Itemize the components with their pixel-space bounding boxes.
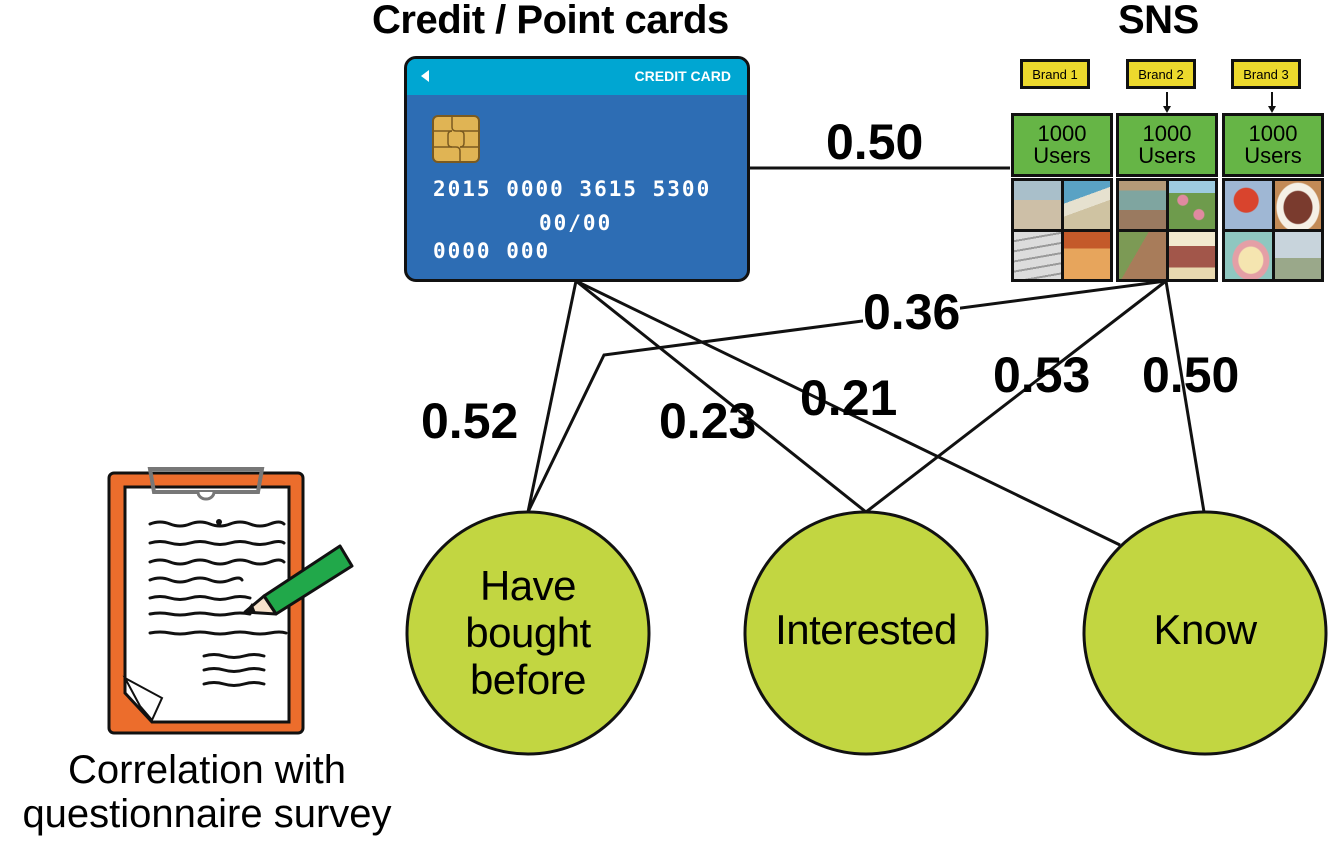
- beach-dog-image: [1063, 181, 1110, 229]
- food-plate-image: [1168, 231, 1215, 279]
- brand-1-image-grid: [1011, 178, 1113, 282]
- card-arrow-icon: [421, 70, 429, 82]
- node-label-line: before: [469, 656, 587, 703]
- corr-card-interested: 0.23: [659, 393, 757, 449]
- card-chip-icon: [432, 115, 480, 163]
- caption-line: Correlation with: [68, 748, 346, 792]
- brand-2-image-grid: [1116, 178, 1218, 282]
- brand-2-users: 1000 Users: [1116, 113, 1218, 177]
- node-label-line: Have: [479, 562, 577, 609]
- stacked-bars-image: [1014, 231, 1061, 279]
- pastries-image: [1225, 231, 1272, 279]
- users-count: 1000: [1037, 121, 1087, 146]
- users-unit: Users: [1244, 143, 1302, 168]
- arrowhead-brand2: [1163, 106, 1171, 113]
- autumn-hand-image: [1063, 231, 1110, 279]
- corr-card-sns: 0.50: [826, 114, 924, 170]
- books-image: [1119, 181, 1166, 229]
- credit-card-icon: CREDIT CARD 2015 0000 3615 5300 00/00 00…: [404, 56, 750, 282]
- corr-sns-have-bought: 0.36: [863, 284, 961, 340]
- users-unit: Users: [1033, 143, 1091, 168]
- card-expiry: 00/00: [539, 211, 613, 235]
- card-holder-code: 0000 000: [433, 239, 551, 263]
- card-number: 2015 0000 3615 5300: [433, 177, 712, 201]
- node-label-interested: Interested: [775, 606, 957, 653]
- survey-caption: Correlation with questionnaire survey: [0, 748, 414, 836]
- brand-3-image-grid: [1222, 178, 1324, 282]
- users-unit: Users: [1138, 143, 1196, 168]
- corr-card-know: 0.21: [800, 370, 898, 426]
- red-flower-image: [1225, 181, 1272, 229]
- caption-line: questionnaire survey: [22, 792, 392, 836]
- cat-image: [1014, 181, 1061, 229]
- bird-image: [1274, 231, 1321, 279]
- card-header-band: CREDIT CARD: [407, 59, 747, 95]
- brand-1-label: Brand 1: [1020, 59, 1090, 89]
- steak-image: [1274, 181, 1321, 229]
- users-count: 1000: [1142, 121, 1192, 146]
- arrowhead-brand3: [1268, 106, 1276, 113]
- node-label-have-bought-before: Have bought before: [428, 562, 628, 703]
- brand-3-users: 1000 Users: [1222, 113, 1324, 177]
- corr-sns-know: 0.50: [1142, 347, 1240, 403]
- corr-sns-interested: 0.53: [993, 347, 1091, 403]
- edge-card-have-bought: [526, 280, 578, 513]
- users-count: 1000: [1248, 121, 1298, 146]
- girl-path-image: [1119, 231, 1166, 279]
- card-band-label: CREDIT CARD: [634, 68, 731, 84]
- node-label-line: bought: [465, 609, 591, 656]
- brand-3-label: Brand 3: [1231, 59, 1301, 89]
- corr-card-have-bought: 0.52: [421, 393, 519, 449]
- brand-1-users: 1000 Users: [1011, 113, 1113, 177]
- brand-2-label: Brand 2: [1126, 59, 1196, 89]
- flowers-image: [1168, 181, 1215, 229]
- node-label-know: Know: [1153, 606, 1257, 653]
